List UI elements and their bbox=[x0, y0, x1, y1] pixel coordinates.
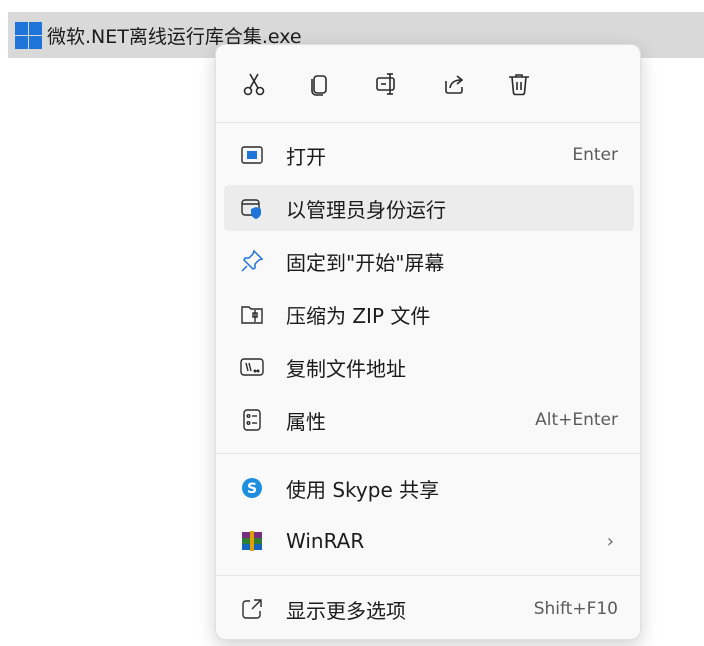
menu-item-run-as-admin[interactable]: 以管理员身份运行 bbox=[224, 185, 634, 231]
delete-button[interactable] bbox=[502, 67, 536, 101]
menu-item-label: 压缩为 ZIP 文件 bbox=[286, 303, 431, 328]
context-menu: 打开 Enter 以管理员身份运行 固定到"开始"屏幕 压缩为 ZIP 文件 复… bbox=[215, 44, 641, 640]
admin-shield-icon bbox=[240, 196, 264, 220]
shortcut-text: Enter bbox=[572, 145, 618, 165]
separator bbox=[216, 453, 640, 454]
menu-item-winrar[interactable]: WinRAR › bbox=[224, 518, 634, 564]
copy-icon bbox=[311, 75, 327, 96]
menu-item-label: 复制文件地址 bbox=[286, 356, 406, 381]
pin-icon bbox=[240, 249, 264, 273]
menu-item-label: 固定到"开始"屏幕 bbox=[286, 250, 445, 275]
trash-icon bbox=[509, 74, 529, 96]
menu-item-properties[interactable]: 属性 Alt+Enter bbox=[224, 397, 634, 443]
menu-item-label: 属性 bbox=[286, 409, 326, 434]
share-button[interactable] bbox=[437, 67, 471, 101]
copy-button[interactable] bbox=[302, 67, 336, 101]
menu-item-share-skype[interactable]: S 使用 Skype 共享 bbox=[224, 465, 634, 511]
shortcut-text: Alt+Enter bbox=[535, 410, 618, 430]
separator bbox=[216, 575, 640, 576]
rename-icon bbox=[376, 73, 395, 95]
show-more-options-icon bbox=[240, 597, 264, 621]
rename-button[interactable] bbox=[370, 67, 404, 101]
menu-item-label: WinRAR bbox=[286, 529, 365, 553]
menu-item-label: 以管理员身份运行 bbox=[286, 197, 446, 222]
copy-path-icon bbox=[240, 355, 264, 379]
menu-item-pin-to-start[interactable]: 固定到"开始"屏幕 bbox=[224, 238, 634, 284]
menu-item-compress-zip[interactable]: 压缩为 ZIP 文件 bbox=[224, 291, 634, 337]
windows-app-icon bbox=[15, 21, 42, 49]
skype-icon: S bbox=[240, 476, 264, 500]
menu-item-copy-path[interactable]: 复制文件地址 bbox=[224, 344, 634, 390]
menu-item-label: 显示更多选项 bbox=[286, 598, 406, 623]
menu-item-label: 使用 Skype 共享 bbox=[286, 477, 440, 502]
open-window-icon bbox=[240, 143, 264, 167]
properties-icon bbox=[240, 408, 264, 432]
separator bbox=[216, 122, 640, 123]
svg-text:S: S bbox=[247, 481, 257, 497]
scissors-icon bbox=[243, 73, 265, 96]
menu-item-label: 打开 bbox=[286, 144, 326, 169]
menu-item-open[interactable]: 打开 Enter bbox=[224, 132, 634, 178]
cut-button[interactable] bbox=[237, 67, 271, 101]
winrar-icon bbox=[240, 529, 264, 553]
menu-item-show-more-options[interactable]: 显示更多选项 Shift+F10 bbox=[224, 586, 634, 632]
shortcut-text: Shift+F10 bbox=[533, 599, 618, 619]
share-icon bbox=[445, 75, 464, 94]
zip-folder-icon bbox=[240, 302, 264, 326]
chevron-right-icon: › bbox=[606, 530, 614, 552]
quick-actions-row bbox=[216, 45, 640, 122]
